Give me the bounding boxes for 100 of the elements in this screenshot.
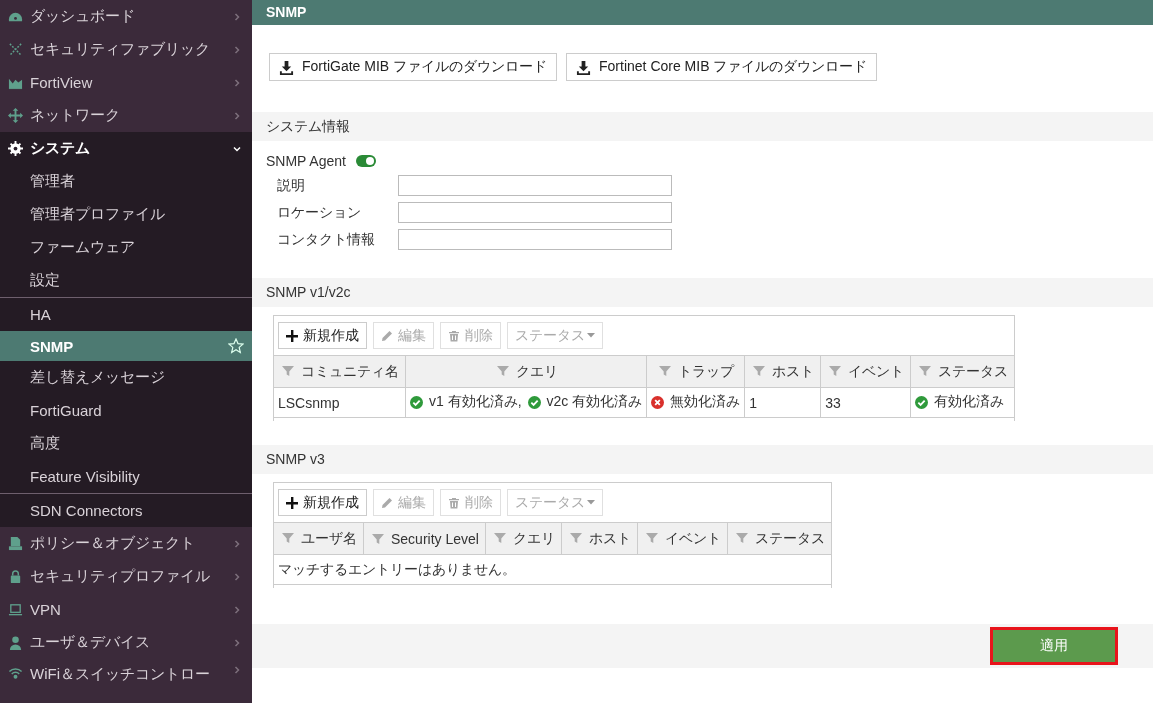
move-icon [8,108,23,123]
field-label: 説明 [277,176,306,195]
network-icon [8,42,23,57]
filter-icon [659,364,672,377]
page-title: SNMP [252,0,1153,25]
nav-item[interactable]: ポリシー＆オブジェクト [0,527,252,560]
nav-label: 差し替えメッセージ [30,368,165,387]
trash-icon [448,329,460,342]
laptop-icon [8,602,23,617]
filter-icon [569,531,582,544]
table-cell: 33 [820,387,911,418]
chevron-icon [232,665,242,675]
nav-label: FortiGuard [30,402,102,419]
filter-icon [919,364,932,377]
chevron-icon [232,11,242,22]
nav-label: FortiView [30,74,94,91]
input-field[interactable] [398,175,672,196]
nav-item[interactable]: FortiView [0,66,252,99]
nav-subitem[interactable]: SNMP [0,331,252,361]
check-icon [527,395,541,409]
table-cell: v1 有効化済み, v2c 有効化済み [405,387,647,418]
nav-label: 高度 [30,434,60,453]
nav-label: ダッシュボード [30,7,136,26]
column-header[interactable]: ホスト [744,355,821,388]
nav-label: SNMP [30,337,74,355]
filter-icon [282,364,294,377]
nav-subitem[interactable]: HA [0,298,252,331]
wifi-icon [8,665,23,680]
download-icon [576,59,592,75]
section-heading: SNMP v3 [252,445,1153,474]
column-header[interactable]: ホスト [561,522,638,555]
column-header[interactable]: イベント [820,355,911,388]
gear-icon [8,141,23,156]
nav-subitem[interactable]: FortiGuard [0,394,252,427]
nav-item[interactable]: ユーザ＆デバイス [0,626,252,659]
table-cell: 有効化済み [910,387,1015,418]
column-header[interactable]: イベント [637,522,728,555]
chevron-icon [232,538,242,549]
nav-label: 管理者 [30,172,75,191]
pencil-icon [381,329,393,342]
trash-icon [448,496,460,509]
nav-item[interactable]: ダッシュボード [0,0,252,33]
download-button[interactable]: FortiGate MIB ファイルのダウンロード [269,53,558,81]
nav-label: 管理者プロファイル [30,205,165,224]
nav-label: VPN [30,601,62,618]
filter-icon [829,364,842,377]
table-cell: 1 [744,387,821,418]
nav-label: 設定 [30,271,60,290]
chevron-icon [232,637,242,648]
column-header[interactable]: コミュニティ名 [274,355,406,388]
filter-icon [735,531,748,544]
chevron-icon [232,77,242,88]
column-header[interactable]: クエリ [485,522,562,555]
nav-subitem[interactable]: ファームウェア [0,231,252,264]
lock-icon [8,569,23,584]
toggle-switch[interactable] [355,155,376,167]
column-header[interactable]: ステータス [727,522,831,555]
input-field[interactable] [398,229,672,250]
column-header[interactable]: クエリ [405,355,647,388]
toolbar-button[interactable]: 新規作成 [278,489,367,516]
column-header[interactable]: Security Level [363,522,486,555]
field-label: コンタクト情報 [277,230,376,249]
nav-subitem[interactable]: SDN Connectors [0,494,252,527]
nav-item[interactable]: セキュリティファブリック [0,33,252,66]
column-header[interactable]: ユーザ名 [274,522,364,555]
nav-label: ポリシー＆オブジェクト [30,534,196,553]
section-heading: システム情報 [252,112,1153,141]
nav-subitem[interactable]: 差し替えメッセージ [0,361,252,394]
column-header[interactable]: トラップ [646,355,745,388]
nav-item[interactable]: WiFi＆スイッチコントロー [0,659,252,703]
nav-item[interactable]: システム [0,132,252,165]
nav-item[interactable]: セキュリティプロファイル [0,560,252,593]
nav-label: セキュリティプロファイル [30,567,211,586]
filter-icon [493,531,506,544]
nav-subitem[interactable]: Feature Visibility [0,460,252,494]
nav-item[interactable]: VPN [0,593,252,626]
caret-icon [587,500,595,505]
nav-label: ユーザ＆デバイス [30,633,151,652]
plus-icon [286,496,298,509]
nav-label: WiFi＆スイッチコントロー [30,665,211,684]
input-field[interactable] [398,202,672,223]
nav-label: SDN Connectors [30,502,143,519]
user-icon [8,635,23,650]
table-cell: LSCsnmp [274,387,406,418]
star-icon[interactable] [228,338,244,354]
table-cell: 無効化済み [646,387,745,418]
download-button[interactable]: Fortinet Core MIB ファイルのダウンロード [566,53,878,81]
nav-item[interactable]: ネットワーク [0,99,252,132]
nav-subitem[interactable]: 管理者プロファイル [0,198,252,231]
column-header[interactable]: ステータス [910,355,1015,388]
nav-subitem[interactable]: 設定 [0,264,252,298]
nav-subitem[interactable]: 高度 [0,427,252,460]
chevron-icon [232,571,242,582]
nav-label: Feature Visibility [30,468,140,485]
nav-subitem[interactable]: 管理者 [0,165,252,198]
nav-label: セキュリティファブリック [30,40,211,59]
filter-icon [372,532,384,545]
section-heading: SNMP v1/v2c [252,278,1153,307]
toolbar-button[interactable]: 新規作成 [278,322,367,349]
nav-label: システム [30,139,91,158]
